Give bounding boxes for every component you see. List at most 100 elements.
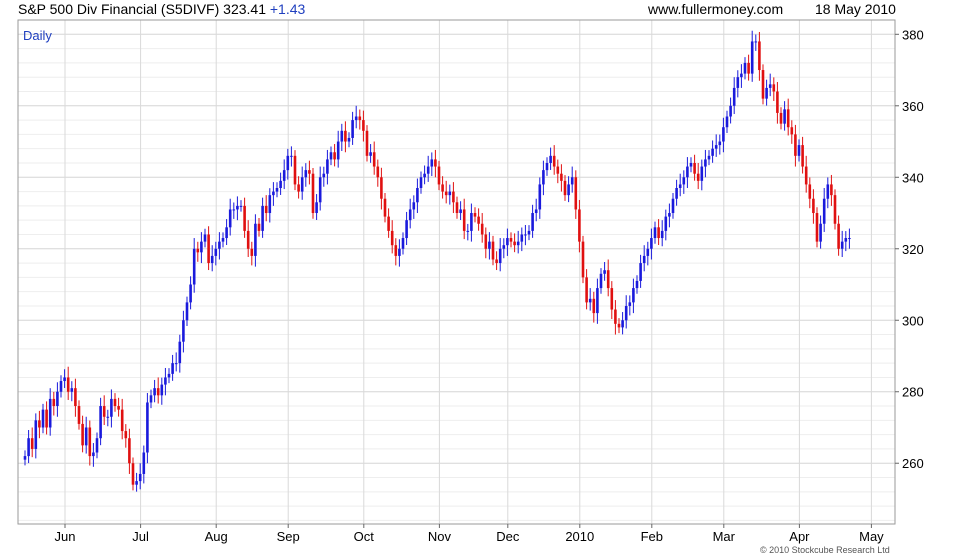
candle-body: [819, 223, 822, 242]
candle-body: [174, 363, 178, 365]
candle-body: [426, 166, 430, 174]
candle-body: [95, 438, 99, 453]
candle-body: [635, 280, 639, 289]
candle-body: [596, 288, 599, 314]
x-tick-label: Sep: [277, 529, 300, 544]
candle-body: [434, 159, 437, 167]
candle-body: [239, 205, 243, 207]
candle-body: [822, 198, 826, 224]
candle-body: [758, 41, 761, 71]
candle-body: [686, 166, 689, 178]
x-axis: Jun Jul Aug Sep Oct Nov Dec 2010 Feb Mar Apr May: [55, 524, 884, 544]
candle-body: [513, 241, 516, 246]
candle-body: [628, 302, 632, 306]
candle-body: [722, 127, 725, 142]
candle-body: [718, 141, 722, 146]
candle-body: [74, 388, 77, 407]
candle-body: [416, 188, 419, 203]
candle-body: [153, 388, 156, 396]
candle-body: [192, 248, 196, 285]
candle-body: [524, 234, 527, 236]
candle-body: [228, 209, 232, 228]
candle-body: [167, 373, 171, 378]
candle-body: [704, 159, 707, 167]
candle-body: [570, 177, 574, 185]
candle-body: [711, 148, 714, 156]
candle-body: [693, 162, 696, 174]
candle-body: [207, 234, 210, 264]
candle-body: [592, 298, 596, 314]
candle-body: [639, 263, 642, 281]
candle-body: [340, 130, 344, 142]
candle-body: [48, 398, 52, 428]
x-tick-label: Aug: [205, 529, 228, 544]
candle-body: [844, 238, 848, 242]
candle-body: [700, 166, 704, 181]
candle-body: [279, 180, 282, 188]
candle-body: [812, 198, 815, 214]
candle-body: [38, 420, 41, 428]
candle-body: [232, 209, 236, 211]
candle-body: [102, 406, 106, 417]
candle-body: [347, 137, 351, 142]
y-tick-label: 280: [902, 385, 924, 400]
candle-body: [243, 205, 246, 231]
candle-body: [750, 41, 754, 74]
candle-body: [59, 381, 63, 392]
candle-body: [491, 241, 495, 260]
candle-body: [632, 288, 635, 303]
candle-body: [275, 188, 279, 192]
candle-body: [729, 105, 732, 117]
candle-body: [815, 213, 819, 242]
candle-body: [257, 223, 261, 231]
candle-body: [99, 406, 102, 439]
candle-body: [538, 184, 542, 210]
candle-body: [448, 191, 452, 196]
candle-body: [142, 452, 146, 474]
candle-body: [358, 116, 362, 121]
candle-body: [743, 62, 747, 74]
candle-body: [160, 384, 164, 396]
y-tick-label: 360: [902, 99, 924, 114]
candle-body: [286, 155, 290, 171]
candle-body: [138, 473, 142, 482]
candle-body: [830, 184, 833, 196]
candle-body: [412, 202, 416, 210]
price-chart: 260 280 300 320 340 360 380 Jun Jul Aug Sep Oct Nov…: [17, 19, 924, 544]
candle-body: [754, 41, 758, 43]
candle-body: [52, 398, 56, 407]
candle-body: [578, 209, 581, 242]
candle-body: [527, 230, 531, 235]
x-tick-label: Jun: [55, 529, 76, 544]
candle-body: [646, 248, 650, 256]
candle-body: [131, 463, 135, 485]
candle-body: [351, 120, 354, 138]
candle-body: [236, 205, 239, 210]
candle-body: [603, 270, 606, 274]
candle-body: [164, 377, 167, 385]
candle-body: [736, 77, 740, 88]
candle-body: [808, 184, 812, 199]
candle-body: [146, 402, 149, 453]
candle-body: [678, 184, 682, 188]
candle-body: [452, 191, 455, 203]
candle-body: [484, 234, 488, 249]
candle-body: [732, 87, 736, 106]
candle-body: [372, 152, 376, 167]
candle-body: [221, 238, 225, 242]
candle-body: [797, 145, 801, 156]
y-tick-label: 340: [902, 170, 924, 185]
candle-body: [772, 84, 776, 92]
candle-body: [282, 170, 286, 181]
candle-body: [520, 234, 524, 242]
candle-body: [488, 241, 491, 249]
candle-body: [333, 152, 336, 160]
candle-body: [516, 241, 520, 246]
candle-body: [848, 238, 851, 240]
candle-body: [642, 255, 646, 264]
candle-body: [254, 223, 257, 256]
candle-body: [45, 409, 48, 428]
x-tick-label: Jul: [132, 529, 149, 544]
candle-body: [92, 452, 95, 457]
candle-body: [110, 398, 113, 417]
